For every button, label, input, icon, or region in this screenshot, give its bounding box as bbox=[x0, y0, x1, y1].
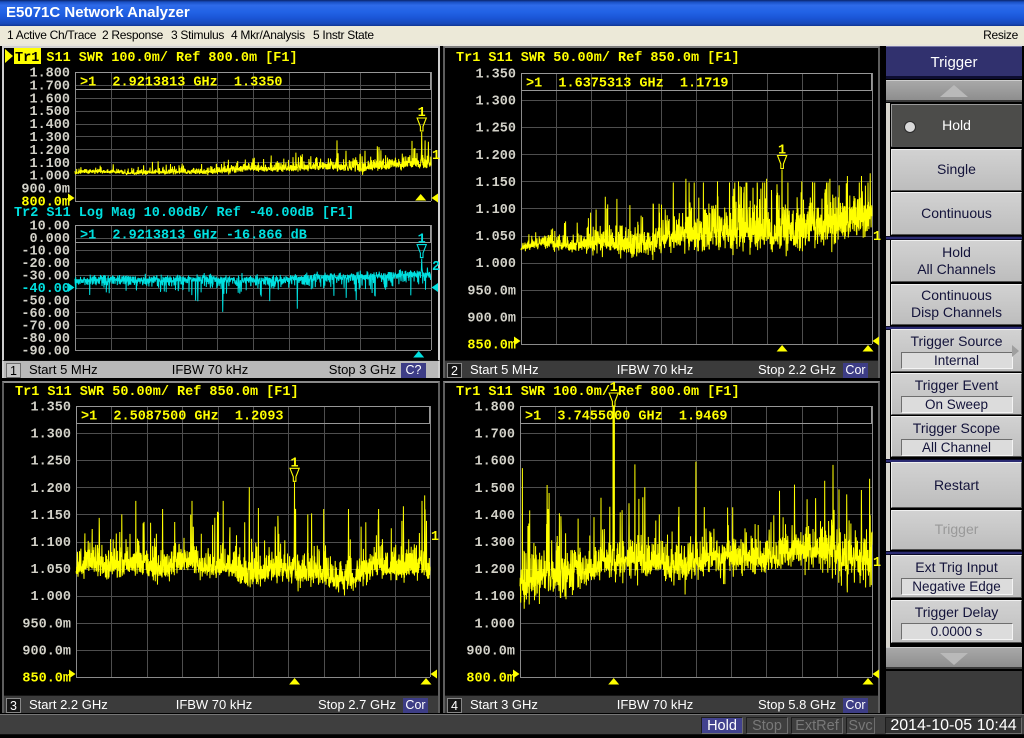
svg-text:1.250: 1.250 bbox=[30, 455, 71, 470]
svg-text:Tr1 S11 SWR 50.00m/ Ref 850.0m: Tr1 S11 SWR 50.00m/ Ref 850.0m [F1] bbox=[15, 385, 299, 400]
svg-text:1.300: 1.300 bbox=[474, 536, 515, 551]
svg-text:1.250: 1.250 bbox=[475, 122, 516, 137]
svg-text:1.400: 1.400 bbox=[474, 509, 515, 524]
svg-text:1: 1 bbox=[432, 149, 440, 164]
svg-text:1: 1 bbox=[778, 144, 786, 159]
svg-text:1.000: 1.000 bbox=[474, 617, 515, 632]
svg-text:950.0m: 950.0m bbox=[467, 284, 516, 299]
svg-text:1: 1 bbox=[873, 556, 881, 571]
svg-text:>1 1.6375313 GHz 1.1719: >1 1.6375313 GHz 1.1719 bbox=[526, 77, 729, 92]
svg-text:>1 2.5087500 GHz 1.2093: >1 2.5087500 GHz 1.2093 bbox=[81, 410, 284, 425]
svg-text:850.0m: 850.0m bbox=[22, 672, 71, 687]
svg-text:950.0m: 950.0m bbox=[22, 617, 71, 632]
svg-text:1: 1 bbox=[291, 456, 299, 471]
svg-text:1.500: 1.500 bbox=[474, 482, 515, 497]
svg-text:900.0m: 900.0m bbox=[466, 644, 515, 659]
svg-text:Tr1 S11 SWR 50.00m/ Ref 850.0m: Tr1 S11 SWR 50.00m/ Ref 850.0m [F1] bbox=[456, 51, 740, 66]
svg-text:1.200: 1.200 bbox=[474, 563, 515, 578]
svg-text:>1 2.9213813 GHz 1.3350: >1 2.9213813 GHz 1.3350 bbox=[80, 76, 283, 91]
svg-text:1.050: 1.050 bbox=[30, 563, 71, 578]
svg-text:2: 2 bbox=[432, 260, 440, 275]
svg-text:1: 1 bbox=[431, 530, 439, 545]
svg-text:1: 1 bbox=[873, 230, 881, 245]
svg-text:1.800: 1.800 bbox=[474, 401, 515, 416]
svg-text:1: 1 bbox=[418, 233, 426, 248]
svg-text:1.300: 1.300 bbox=[475, 95, 516, 110]
svg-text:1.700: 1.700 bbox=[474, 428, 515, 443]
svg-text:1.050: 1.050 bbox=[475, 230, 516, 245]
svg-text:800.0m: 800.0m bbox=[466, 672, 515, 687]
svg-text:1.000: 1.000 bbox=[30, 590, 71, 605]
svg-text:1.000: 1.000 bbox=[475, 257, 516, 272]
svg-text:1: 1 bbox=[418, 106, 426, 121]
svg-text:1.600: 1.600 bbox=[474, 455, 515, 470]
svg-text:900.0m: 900.0m bbox=[22, 644, 71, 659]
svg-text:Tr1: Tr1 bbox=[15, 51, 39, 66]
svg-text:900.0m: 900.0m bbox=[467, 311, 516, 326]
svg-text:1.350: 1.350 bbox=[30, 401, 71, 416]
svg-text:1.100: 1.100 bbox=[30, 536, 71, 551]
svg-text:>1 2.9213813 GHz -16.866 dB: >1 2.9213813 GHz -16.866 dB bbox=[80, 229, 307, 244]
svg-text:Tr1 S11 SWR 100.0m/ Ref 800.0m: Tr1 S11 SWR 100.0m/ Ref 800.0m [F1] bbox=[14, 51, 298, 66]
svg-text:1.100: 1.100 bbox=[474, 590, 515, 605]
svg-text:-90.00: -90.00 bbox=[21, 345, 70, 360]
svg-text:850.0m: 850.0m bbox=[467, 339, 516, 354]
svg-text:1.300: 1.300 bbox=[30, 428, 71, 443]
svg-text:1.200: 1.200 bbox=[475, 149, 516, 164]
svg-text:1.350: 1.350 bbox=[475, 68, 516, 83]
svg-text:1.200: 1.200 bbox=[30, 482, 71, 497]
svg-text:1.150: 1.150 bbox=[475, 176, 516, 191]
svg-text:Tr2 S11 Log Mag 10.00dB/ Ref -: Tr2 S11 Log Mag 10.00dB/ Ref -40.00dB [F… bbox=[14, 206, 354, 221]
svg-text:1.150: 1.150 bbox=[30, 509, 71, 524]
svg-text:Tr1 S11 SWR 100.0m/ Ref 800.0m: Tr1 S11 SWR 100.0m/ Ref 800.0m [F1] bbox=[456, 385, 740, 400]
svg-text:1.100: 1.100 bbox=[475, 203, 516, 218]
svg-text:>1 3.7455000 GHz 1.9469: >1 3.7455000 GHz 1.9469 bbox=[525, 410, 728, 425]
